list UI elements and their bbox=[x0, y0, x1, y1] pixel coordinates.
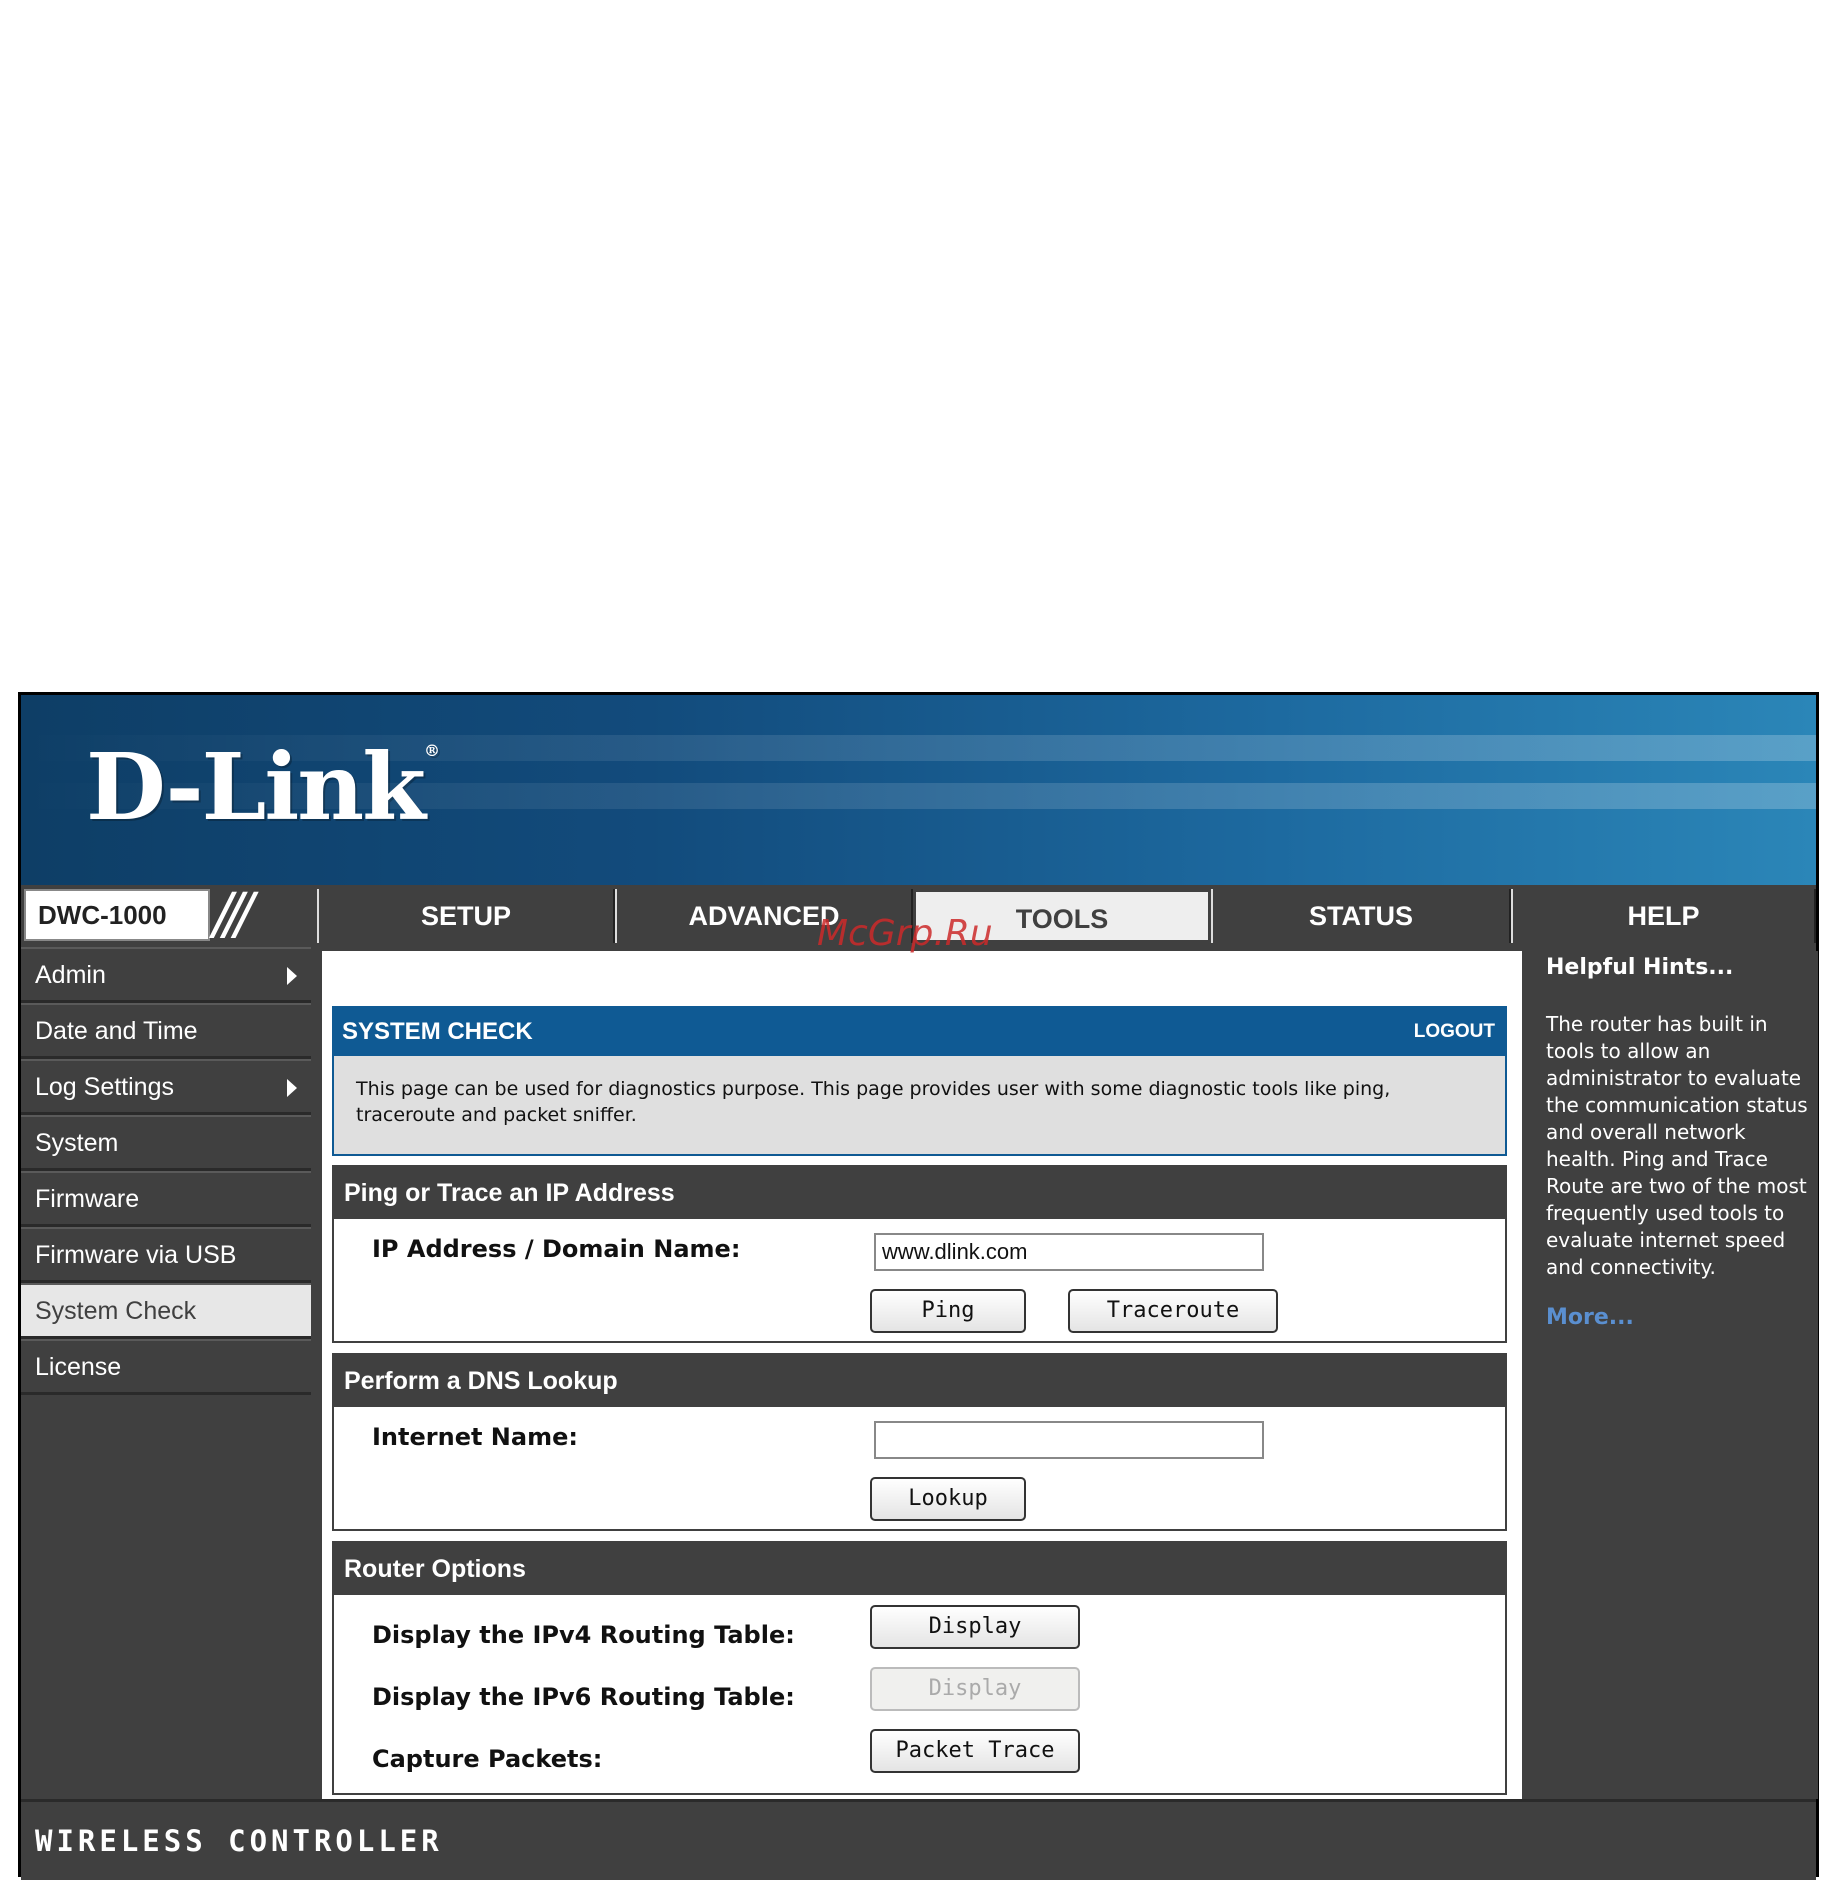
traceroute-button[interactable]: Traceroute bbox=[1068, 1289, 1278, 1333]
sidebar-item-label: Log Settings bbox=[35, 1073, 174, 1101]
sidebar-item-label: License bbox=[35, 1353, 122, 1381]
sidebar-item-admin[interactable]: Admin bbox=[21, 947, 311, 1003]
router-admin-window: D-Link® DWC-1000 /// SETUP ADVANCED TOOL… bbox=[18, 692, 1819, 1880]
internet-name-input[interactable] bbox=[874, 1421, 1264, 1459]
tab-setup[interactable]: SETUP bbox=[317, 889, 615, 943]
sidebar-item-system[interactable]: System bbox=[21, 1115, 311, 1171]
ping-button[interactable]: Ping bbox=[870, 1289, 1026, 1333]
tab-help[interactable]: HELP bbox=[1511, 889, 1816, 943]
footer: WIRELESS CONTROLLER bbox=[21, 1799, 1816, 1880]
lookup-button[interactable]: Lookup bbox=[870, 1477, 1026, 1521]
page-title: SYSTEM CHECK bbox=[342, 1018, 533, 1045]
sidebar-item-label: Firmware bbox=[35, 1185, 140, 1213]
router-options-section: Router Options Display the IPv4 Routing … bbox=[332, 1541, 1507, 1795]
helpful-hints-panel: Helpful Hints... The router has built in… bbox=[1536, 951, 1818, 1799]
sidebar-item-label: System bbox=[35, 1129, 119, 1157]
sidebar-item-log-settings[interactable]: Log Settings bbox=[21, 1059, 311, 1115]
sidebar-item-license[interactable]: License bbox=[21, 1339, 311, 1395]
dns-lookup-section: Perform a DNS Lookup Internet Name: Look… bbox=[332, 1353, 1507, 1531]
chevron-right-icon bbox=[287, 1079, 297, 1097]
tab-status[interactable]: STATUS bbox=[1211, 889, 1511, 943]
footer-product-name: WIRELESS CONTROLLER bbox=[35, 1824, 443, 1858]
more-link[interactable]: More... bbox=[1546, 1305, 1634, 1330]
sidebar-item-system-check[interactable]: System Check bbox=[21, 1283, 311, 1339]
sidebar: Admin Date and Time Log Settings System … bbox=[21, 947, 317, 1395]
model-badge: DWC-1000 bbox=[24, 889, 210, 941]
header-banner: D-Link® bbox=[21, 695, 1816, 885]
sidebar-item-firmware[interactable]: Firmware bbox=[21, 1171, 311, 1227]
sidebar-item-label: Admin bbox=[35, 961, 106, 989]
ip-domain-label: IP Address / Domain Name: bbox=[372, 1235, 741, 1263]
sidebar-item-label: Date and Time bbox=[35, 1017, 198, 1045]
display-ipv6-button[interactable]: Display bbox=[870, 1667, 1080, 1711]
hints-body: The router has built in tools to allow a… bbox=[1546, 1012, 1808, 1279]
sidebar-item-label: System Check bbox=[35, 1297, 197, 1325]
main-content: SYSTEM CHECK LOGOUT This page can be use… bbox=[322, 951, 1522, 1799]
capture-packets-label: Capture Packets: bbox=[372, 1745, 603, 1773]
section-header: Perform a DNS Lookup bbox=[334, 1355, 1505, 1407]
ipv4-routing-label: Display the IPv4 Routing Table: bbox=[372, 1621, 795, 1649]
chevron-right-icon bbox=[287, 967, 297, 985]
ip-domain-input[interactable] bbox=[874, 1233, 1264, 1271]
sidebar-item-date-and-time[interactable]: Date and Time bbox=[21, 1003, 311, 1059]
hints-title: Helpful Hints... bbox=[1546, 955, 1734, 980]
sidebar-item-label: Firmware via USB bbox=[35, 1241, 237, 1269]
ping-section: Ping or Trace an IP Address IP Address /… bbox=[332, 1165, 1507, 1343]
section-header: Ping or Trace an IP Address bbox=[334, 1167, 1505, 1219]
slashes-decoration: /// bbox=[213, 882, 254, 947]
sidebar-item-firmware-via-usb[interactable]: Firmware via USB bbox=[21, 1227, 311, 1283]
display-ipv4-button[interactable]: Display bbox=[870, 1605, 1080, 1649]
internet-name-label: Internet Name: bbox=[372, 1423, 578, 1451]
section-header: Router Options bbox=[334, 1543, 1505, 1595]
ipv6-routing-label: Display the IPv6 Routing Table: bbox=[372, 1683, 795, 1711]
watermark: McGrp.Ru bbox=[817, 913, 993, 954]
packet-trace-button[interactable]: Packet Trace bbox=[870, 1729, 1080, 1773]
logout-link[interactable]: LOGOUT bbox=[1414, 1021, 1495, 1043]
dlink-logo: D-Link® bbox=[86, 733, 440, 841]
page-description: This page can be used for diagnostics pu… bbox=[332, 1056, 1507, 1156]
page-title-bar: SYSTEM CHECK LOGOUT bbox=[332, 1006, 1507, 1056]
